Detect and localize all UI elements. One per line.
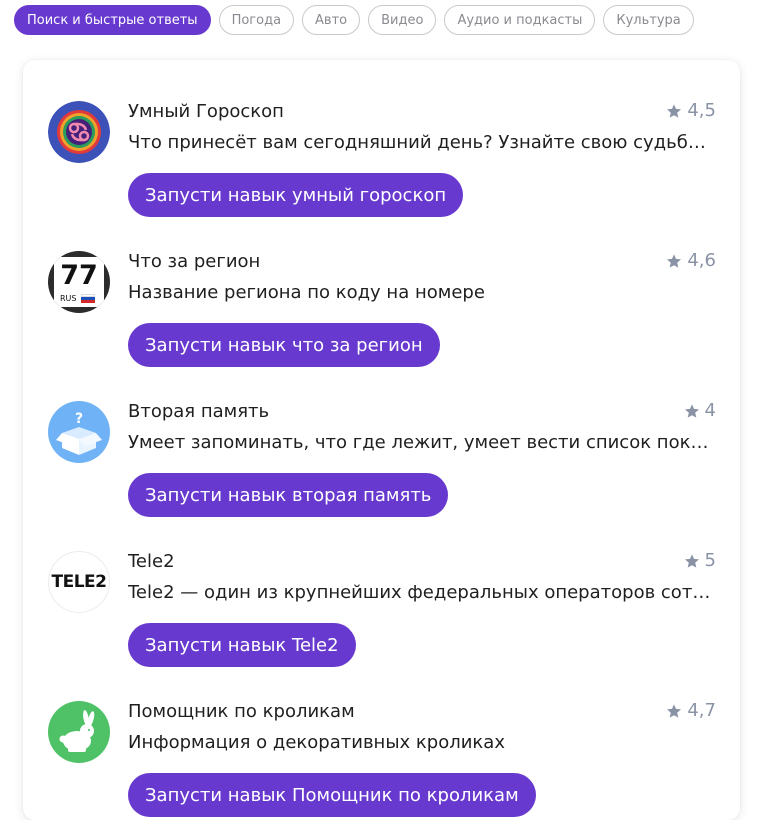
skill-item-rabbits: Помощник по кроликам 4,7 Информация о де… <box>23 660 740 817</box>
launch-skill-button[interactable]: Запусти навык Помощник по кроликам <box>128 773 536 817</box>
question-mark: ? <box>75 411 83 427</box>
skill-item-tele2: TELE2 Tele2 5 Tele2 — один из крупнейших… <box>23 510 740 667</box>
skill-item-region: 77 RUS Что за регион 4,6 Название регион… <box>23 210 740 367</box>
tele2-logo-text: TELE2 <box>51 572 107 592</box>
chip-weather[interactable]: Погода <box>218 5 295 35</box>
skill-rating: 4 <box>684 400 716 421</box>
skill-title: Tele2 <box>128 551 175 572</box>
skill-description: Название региона по коду на номере <box>128 282 485 303</box>
rating-value: 4 <box>704 400 716 421</box>
category-chips: Поиск и быстрые ответы Погода Авто Видео… <box>14 5 694 35</box>
skill-title: Что за регион <box>128 251 261 272</box>
rabbit-icon <box>48 701 110 763</box>
star-icon <box>684 553 699 568</box>
chip-search[interactable]: Поиск и быстрые ответы <box>14 5 211 35</box>
star-icon <box>667 703 682 718</box>
skill-description: Информация о декоративных кроликах <box>128 732 505 753</box>
star-icon <box>667 103 682 118</box>
chip-audio[interactable]: Аудио и подкасты <box>444 5 596 35</box>
skill-item-horoscope: Умный Гороскоп 4,5 Что принесёт вам сего… <box>23 60 740 217</box>
rating-value: 4,5 <box>687 100 716 121</box>
chip-auto[interactable]: Авто <box>302 5 361 35</box>
rating-value: 5 <box>704 550 716 571</box>
skill-rating: 5 <box>684 550 716 571</box>
skill-description: Tele2 — один из крупнейших федеральных о… <box>128 582 716 603</box>
rating-value: 4,7 <box>687 700 716 721</box>
rating-value: 4,6 <box>687 250 716 271</box>
license-plate-icon: 77 RUS <box>48 251 110 313</box>
star-icon <box>667 253 682 268</box>
horoscope-icon <box>48 101 110 163</box>
skill-item-second-memory: ? Вторая память 4 Умеет запоминать, что … <box>23 360 740 517</box>
skill-title: Помощник по кроликам <box>128 701 355 722</box>
skill-description: Умеет запоминать, что где лежит, умеет в… <box>128 432 716 453</box>
skill-title: Умный Гороскоп <box>128 101 284 122</box>
chip-culture[interactable]: Культура <box>603 5 694 35</box>
chip-video[interactable]: Видео <box>368 5 437 35</box>
skill-rating: 4,5 <box>666 100 716 121</box>
russia-flag-icon <box>81 294 95 303</box>
box-question-icon: ? <box>48 401 110 463</box>
skill-title: Вторая память <box>128 401 270 422</box>
skills-card: Умный Гороскоп 4,5 Что принесёт вам сего… <box>23 60 740 820</box>
skill-rating: 4,6 <box>666 250 716 271</box>
plate-country: RUS <box>60 294 77 303</box>
tele2-logo: TELE2 <box>48 551 110 613</box>
plate-number: 77 <box>60 260 98 291</box>
star-icon <box>684 403 699 418</box>
skill-rating: 4,7 <box>666 700 716 721</box>
skill-description: Что принесёт вам сегодняшний день? Узнай… <box>128 132 716 153</box>
